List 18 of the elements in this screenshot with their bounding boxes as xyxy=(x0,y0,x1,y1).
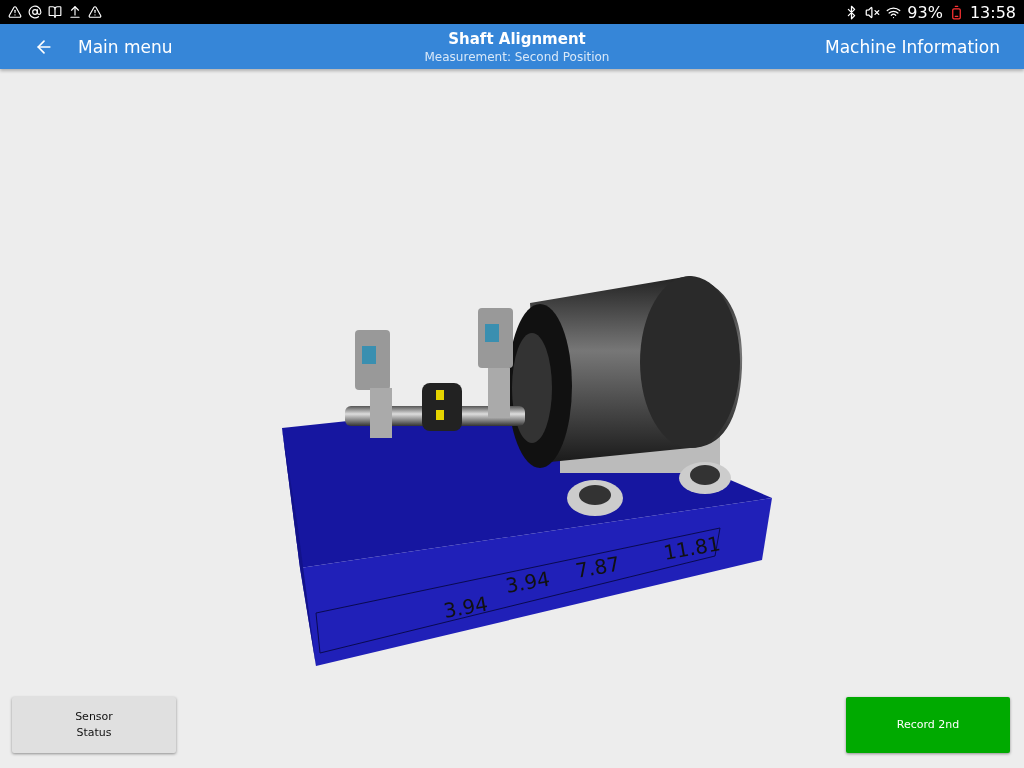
mute-icon xyxy=(865,4,881,20)
record-button[interactable]: Record 2nd xyxy=(846,697,1010,753)
machine-information-link[interactable]: Machine Information xyxy=(825,36,1000,57)
screen-subtitle: Measurement: Second Position xyxy=(424,49,610,64)
notebook-icon xyxy=(48,5,62,19)
dimension-label: 7.87 xyxy=(573,551,622,583)
dimension-label: 3.94 xyxy=(441,591,490,623)
dimension-label: 11.81 xyxy=(661,531,723,565)
wifi-icon xyxy=(886,4,902,20)
clock: 13:58 xyxy=(969,2,1016,22)
battery-percent: 93% xyxy=(907,2,943,22)
sensor-status-button[interactable]: Sensor Status xyxy=(12,697,176,753)
dimension-label: 3.94 xyxy=(503,566,552,598)
upload-icon xyxy=(68,5,82,19)
screen-title: Shaft Alignment xyxy=(448,29,586,48)
back-link[interactable]: Main menu xyxy=(78,36,173,57)
warning-icon xyxy=(88,5,102,19)
warning-icon xyxy=(8,5,22,19)
